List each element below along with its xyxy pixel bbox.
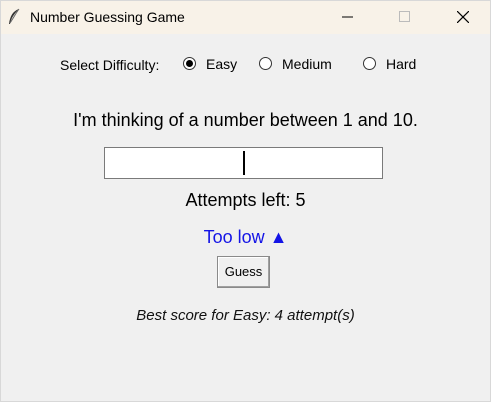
feather-icon	[7, 8, 21, 26]
maximize-button[interactable]	[382, 1, 428, 34]
minimize-icon	[342, 16, 353, 18]
app-window: Number Guessing Game Select Difficulty: …	[0, 0, 491, 402]
title-bar[interactable]: Number Guessing Game	[1, 1, 490, 34]
close-button[interactable]	[440, 1, 486, 34]
radio-hard[interactable]: Hard	[363, 56, 423, 72]
close-icon	[457, 11, 469, 23]
guess-button[interactable]: Guess	[217, 256, 270, 288]
radio-selected-dot	[186, 60, 193, 67]
guess-input[interactable]	[104, 147, 383, 179]
best-score: Best score for Easy: 4 attempt(s)	[136, 307, 355, 324]
radio-label[interactable]: Hard	[386, 56, 416, 72]
attempts-left: Attempts left: 5	[185, 190, 306, 210]
text-caret	[243, 151, 245, 175]
radio-button[interactable]	[363, 57, 376, 70]
radio-label[interactable]: Medium	[282, 56, 332, 72]
feedback-message: Too low ▲	[203, 227, 288, 247]
radio-easy[interactable]: Easy	[183, 56, 243, 72]
game-prompt: I'm thinking of a number between 1 and 1…	[73, 110, 418, 130]
radio-button[interactable]	[259, 57, 272, 70]
maximize-icon	[399, 11, 410, 22]
radio-label[interactable]: Easy	[206, 56, 237, 72]
window-title: Number Guessing Game	[30, 9, 185, 25]
difficulty-label: Select Difficulty:	[60, 57, 160, 73]
radio-medium[interactable]: Medium	[259, 56, 344, 72]
minimize-button[interactable]	[325, 1, 371, 34]
